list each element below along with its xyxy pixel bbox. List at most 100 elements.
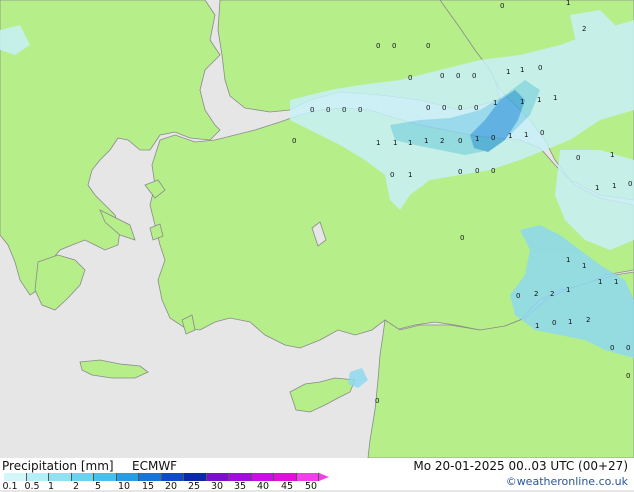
map-value-label: 0 bbox=[458, 137, 462, 145]
map-value-label: 0 bbox=[552, 319, 556, 327]
scale-segment bbox=[94, 473, 117, 481]
map-value-label: 0 bbox=[628, 180, 632, 188]
scale-tick-label: 0.5 bbox=[24, 481, 40, 492]
scale-tick-label: 50 bbox=[304, 481, 318, 492]
map-value-label: 0 bbox=[442, 104, 446, 112]
map-value-label: 1 bbox=[610, 151, 614, 159]
model-name: ECMWF bbox=[132, 459, 178, 473]
map-value-label: 0 bbox=[460, 234, 464, 242]
map-value-label: 0 bbox=[292, 137, 296, 145]
scale-segment bbox=[184, 473, 207, 481]
map-value-label: 1 bbox=[553, 94, 557, 102]
scale-tick-label: 40 bbox=[256, 481, 270, 492]
scale-segment bbox=[4, 473, 27, 481]
forecast-datetime: Mo 20-01-2025 00..03 UTC (00+27) bbox=[413, 459, 628, 473]
scale-segment bbox=[26, 473, 49, 481]
map-value-label: 0 bbox=[358, 106, 362, 114]
map-value-label: 1 bbox=[566, 0, 570, 7]
scale-segment bbox=[71, 473, 94, 481]
scale-tick-label: 1 bbox=[47, 481, 55, 492]
map-value-label: 1 bbox=[408, 171, 412, 179]
map-value-label: 0 bbox=[375, 397, 379, 405]
map-value-label: 1 bbox=[506, 68, 510, 76]
map-value-label: 0 bbox=[390, 171, 394, 179]
map-value-label: 0 bbox=[610, 344, 614, 352]
scale-tick-label: 0.1 bbox=[2, 481, 18, 492]
map-value-label: 2 bbox=[550, 290, 554, 298]
scale-tick-label: 15 bbox=[141, 481, 155, 492]
map-value-label: 0 bbox=[538, 64, 542, 72]
map-value-label: 1 bbox=[424, 137, 428, 145]
map-value-label: 0 bbox=[426, 42, 430, 50]
scale-tick-label: 25 bbox=[187, 481, 201, 492]
map-value-label: 0 bbox=[472, 72, 476, 80]
precip-color-scale bbox=[4, 473, 329, 481]
scale-segment bbox=[161, 473, 184, 481]
scale-segment bbox=[49, 473, 72, 481]
map-value-label: 0 bbox=[576, 154, 580, 162]
map-value-label: 1 bbox=[566, 286, 570, 294]
scale-tick-label: 30 bbox=[210, 481, 224, 492]
scale-segment bbox=[116, 473, 139, 481]
map-value-label: 1 bbox=[566, 256, 570, 264]
map-value-label: 0 bbox=[475, 167, 479, 175]
scale-tick-label: 10 bbox=[117, 481, 131, 492]
map-value-label: 0 bbox=[440, 72, 444, 80]
map-value-label: 0 bbox=[491, 167, 495, 175]
map-value-label: 1 bbox=[408, 139, 412, 147]
map-value-label: 1 bbox=[614, 278, 618, 286]
scale-segment bbox=[251, 473, 274, 481]
map-value-label: 0 bbox=[376, 42, 380, 50]
map-value-label: 0 bbox=[474, 104, 478, 112]
map-value-label: 1 bbox=[520, 98, 524, 106]
map-value-label: 2 bbox=[534, 290, 538, 298]
precipitation-map: 0 0 0 0 0 0 0 1 1 0 1 2 1 1 1 2 0 0 1 0 … bbox=[0, 0, 634, 458]
map-value-label: 0 bbox=[458, 104, 462, 112]
scale-tick-label: 45 bbox=[280, 481, 294, 492]
scale-segment bbox=[274, 473, 297, 481]
scale-segment bbox=[139, 473, 162, 481]
map-value-label: 2 bbox=[440, 137, 444, 145]
map-value-label: 1 bbox=[508, 132, 512, 140]
scale-tick-label: 2 bbox=[72, 481, 80, 492]
legend-title: Precipitation [mm] bbox=[2, 459, 114, 473]
map-value-label: 1 bbox=[376, 139, 380, 147]
map-value-label: 0 bbox=[408, 74, 412, 82]
map-canvas: 0 0 0 0 0 0 0 1 1 0 1 2 1 1 1 2 0 0 1 0 … bbox=[0, 0, 634, 458]
map-value-label: 1 bbox=[393, 139, 397, 147]
scale-segment bbox=[229, 473, 252, 481]
credit-link[interactable]: ©weatheronline.co.uk bbox=[506, 475, 628, 488]
map-value-label: 0 bbox=[516, 292, 520, 300]
map-value-label: 2 bbox=[586, 316, 590, 324]
map-value-label: 1 bbox=[595, 184, 599, 192]
map-value-label: 0 bbox=[456, 72, 460, 80]
scale-tick-label: 20 bbox=[164, 481, 178, 492]
scale-tick-label: 5 bbox=[94, 481, 102, 492]
scale-segment bbox=[206, 473, 229, 481]
map-value-label: 0 bbox=[426, 104, 430, 112]
map-value-label: 0 bbox=[626, 372, 630, 380]
scale-arrow bbox=[319, 473, 329, 481]
map-value-label: 1 bbox=[475, 135, 479, 143]
map-value-label: 1 bbox=[520, 66, 524, 74]
map-value-label: 0 bbox=[540, 129, 544, 137]
map-value-label: 1 bbox=[537, 96, 541, 104]
map-value-label: 1 bbox=[535, 322, 539, 330]
map-value-label: 0 bbox=[500, 2, 504, 10]
map-value-label: 0 bbox=[626, 344, 630, 352]
map-value-label: 0 bbox=[491, 134, 495, 142]
map-value-label: 0 bbox=[326, 106, 330, 114]
scale-segment bbox=[296, 473, 319, 481]
map-value-label: 0 bbox=[458, 168, 462, 176]
map-value-label: 0 bbox=[342, 106, 346, 114]
map-value-label: 2 bbox=[582, 25, 586, 33]
map-value-label: 1 bbox=[582, 262, 586, 270]
map-value-label: 0 bbox=[392, 42, 396, 50]
map-value-label: 1 bbox=[612, 182, 616, 190]
scale-tick-label: 35 bbox=[233, 481, 247, 492]
map-value-label: 1 bbox=[598, 278, 602, 286]
map-value-label: 0 bbox=[310, 106, 314, 114]
map-value-label: 1 bbox=[524, 131, 528, 139]
map-value-label: 1 bbox=[493, 99, 497, 107]
map-value-label: 1 bbox=[568, 318, 572, 326]
